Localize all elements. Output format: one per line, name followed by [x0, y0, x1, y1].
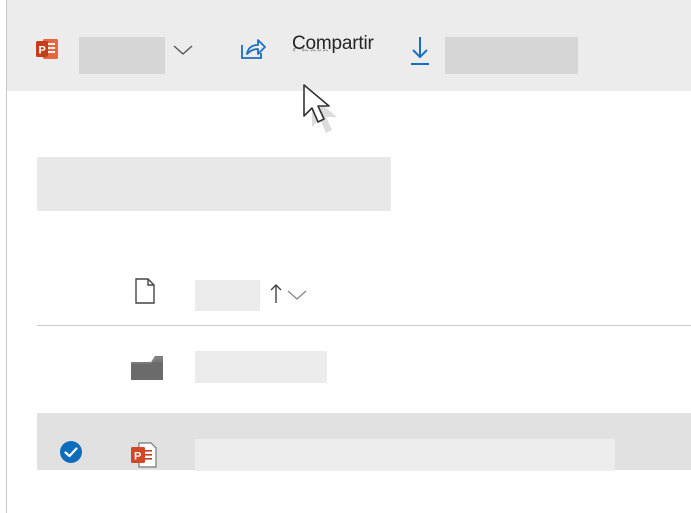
download-icon[interactable]	[409, 35, 431, 67]
svg-text:P: P	[39, 45, 46, 57]
file-name-placeholder-selected[interactable]	[195, 439, 615, 471]
share-icon[interactable]	[239, 37, 267, 61]
list-header-divider	[37, 325, 691, 326]
chevron-down-icon[interactable]	[172, 43, 194, 57]
sort-chevron-down-icon[interactable]	[286, 288, 308, 302]
name-column-header-placeholder[interactable]	[195, 280, 260, 311]
checkmark-circle-icon[interactable]	[59, 440, 83, 464]
folder-icon[interactable]	[129, 354, 165, 382]
share-button-label[interactable]: Compartir	[292, 33, 374, 55]
powerpoint-icon[interactable]: P	[36, 39, 58, 59]
toolbar-item-placeholder[interactable]	[445, 37, 578, 74]
powerpoint-file-icon[interactable]: P	[129, 442, 157, 468]
file-icon[interactable]	[134, 277, 156, 305]
mouse-cursor-icon	[303, 84, 337, 133]
file-name-placeholder[interactable]	[79, 37, 165, 74]
page-title-placeholder	[37, 157, 391, 211]
svg-text:P: P	[134, 451, 141, 463]
folder-name-placeholder[interactable]	[195, 351, 327, 383]
sort-up-arrow-icon[interactable]	[268, 282, 284, 306]
